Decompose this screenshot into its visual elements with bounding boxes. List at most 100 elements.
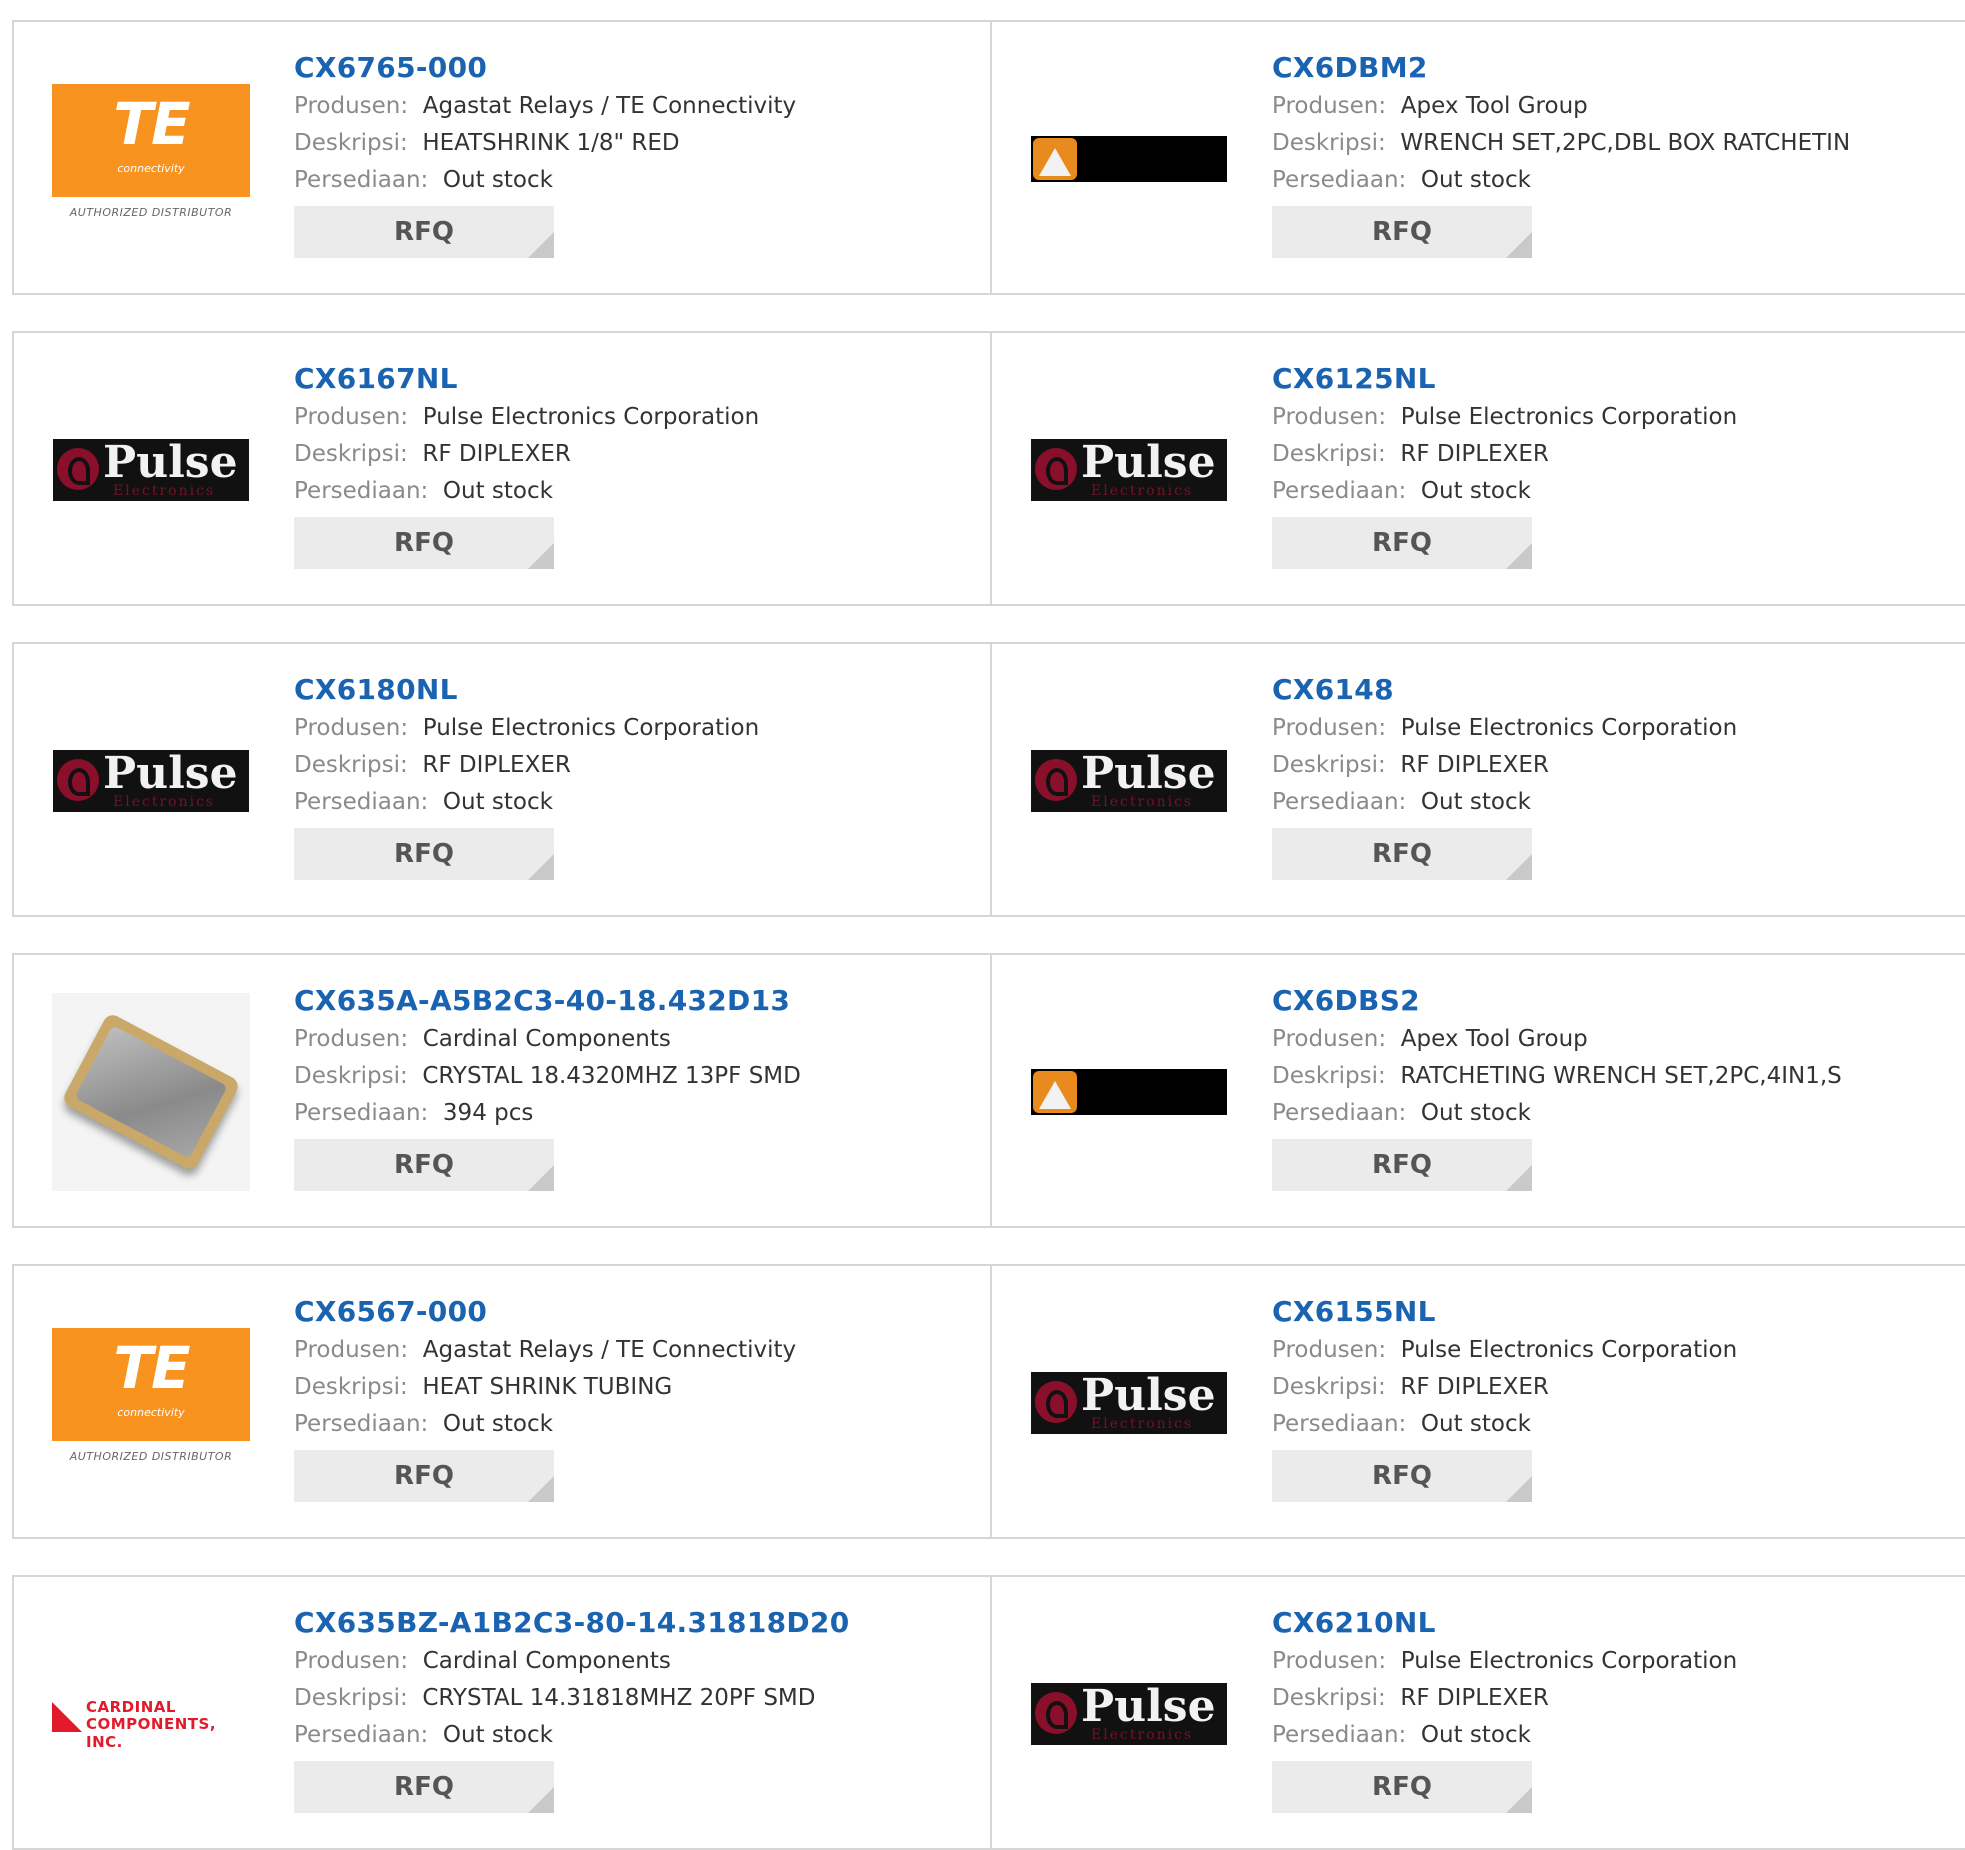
pulse-electronics-logo[interactable]: Pulse Electronics	[53, 439, 249, 501]
rfq-button[interactable]: RFQ	[294, 828, 554, 880]
manufacturer-label: Produsen:	[1272, 1648, 1387, 1674]
part-number-link[interactable]: CX635BZ-A1B2C3-80-14.31818D20	[294, 1603, 980, 1643]
part-number-link[interactable]: CX6155NL	[1272, 1292, 1957, 1332]
product-logo: Pulse Electronics	[1030, 682, 1228, 880]
rfq-button[interactable]: RFQ	[294, 206, 554, 258]
rfq-label: RFQ	[394, 528, 454, 558]
rfq-button[interactable]: RFQ	[294, 1139, 554, 1191]
pulse-logo-subtext: Electronics	[1091, 794, 1194, 810]
manufacturer-row: Produsen: Agastat Relays / TE Connectivi…	[294, 1332, 980, 1369]
corner-triangle-icon	[528, 1476, 554, 1502]
corner-triangle-icon	[1506, 543, 1532, 569]
rfq-button[interactable]: RFQ	[1272, 828, 1532, 880]
stock-value: Out stock	[1420, 789, 1531, 815]
rfq-button[interactable]: RFQ	[294, 517, 554, 569]
product-logo: Pulse Electronics	[52, 682, 250, 880]
part-number-link[interactable]: CX6148	[1272, 670, 1957, 710]
manufacturer-value: Pulse Electronics Corporation	[1400, 1337, 1738, 1363]
product-logo	[52, 993, 250, 1191]
stock-row: Persediaan: Out stock	[294, 1406, 980, 1443]
product-logo	[1030, 60, 1228, 258]
cardinal-logo-text-1: CARDINAL	[86, 1698, 176, 1716]
product-card: Pulse Electronics CX6125NL Produsen: Puls…	[992, 333, 1965, 604]
apex-mark-icon	[1033, 138, 1077, 180]
stock-label: Persediaan:	[1272, 1100, 1407, 1126]
part-number-link[interactable]: CX6167NL	[294, 359, 980, 399]
product-logo: Pulse Electronics	[1030, 371, 1228, 569]
pulse-electronics-logo[interactable]: Pulse Electronics	[1031, 1372, 1227, 1434]
pulse-logo-subtext: Electronics	[1091, 483, 1194, 499]
part-number-link[interactable]: CX6DBS2	[1272, 981, 1957, 1021]
stock-label: Persediaan:	[1272, 1411, 1407, 1437]
stock-row: Persediaan: Out stock	[1272, 162, 1957, 199]
part-number-link[interactable]: CX6567-000	[294, 1292, 980, 1332]
product-card: Pulse Electronics CX6210NL Produsen: Puls…	[992, 1577, 1965, 1848]
te-connectivity-logo[interactable]: TE connectivity AUTHORIZED DISTRIBUTOR	[52, 1328, 250, 1478]
description-value: HEATSHRINK 1/8" RED	[422, 130, 680, 156]
manufacturer-label: Produsen:	[1272, 1337, 1387, 1363]
cardinal-mark-icon	[52, 1702, 82, 1732]
stock-row: Persediaan: Out stock	[1272, 1095, 1957, 1132]
product-info: CX635BZ-A1B2C3-80-14.31818D20 Produsen: C…	[294, 1603, 980, 1813]
product-info: CX6155NL Produsen: Pulse Electronics Corp…	[1272, 1292, 1957, 1502]
part-number-link[interactable]: CX6125NL	[1272, 359, 1957, 399]
description-label: Deskripsi:	[1272, 1374, 1386, 1400]
pulse-electronics-logo[interactable]: Pulse Electronics	[1031, 439, 1227, 501]
description-value: RATCHETING WRENCH SET,2PC,4IN1,S	[1400, 1063, 1842, 1089]
description-row: Deskripsi: WRENCH SET,2PC,DBL BOX RATCHE…	[1272, 125, 1957, 162]
description-value: WRENCH SET,2PC,DBL BOX RATCHETIN	[1400, 130, 1851, 156]
part-number-link[interactable]: CX6DBM2	[1272, 48, 1957, 88]
crystal-product-image[interactable]	[52, 993, 250, 1191]
pulse-logo-text: Pulse	[1081, 750, 1216, 799]
manufacturer-row: Produsen: Apex Tool Group	[1272, 88, 1957, 125]
manufacturer-value: Pulse Electronics Corporation	[1400, 404, 1738, 430]
te-connectivity-logo[interactable]: TE connectivity AUTHORIZED DISTRIBUTOR	[52, 84, 250, 234]
stock-label: Persediaan:	[294, 789, 429, 815]
manufacturer-label: Produsen:	[1272, 93, 1387, 119]
pulse-logo-text: Pulse	[1081, 1683, 1216, 1732]
corner-triangle-icon	[528, 1787, 554, 1813]
pulse-electronics-logo[interactable]: Pulse Electronics	[1031, 750, 1227, 812]
rfq-button[interactable]: RFQ	[294, 1761, 554, 1813]
apex-tool-group-logo[interactable]	[1031, 136, 1227, 182]
rfq-button[interactable]: RFQ	[1272, 1450, 1532, 1502]
manufacturer-value: Agastat Relays / TE Connectivity	[422, 93, 797, 119]
description-label: Deskripsi:	[1272, 752, 1386, 778]
product-row: CX635A-A5B2C3-40-18.432D13 Produsen: Card…	[12, 953, 1965, 1228]
manufacturer-label: Produsen:	[294, 93, 409, 119]
rfq-button[interactable]: RFQ	[1272, 206, 1532, 258]
rfq-button[interactable]: RFQ	[1272, 517, 1532, 569]
apex-tool-group-logo[interactable]	[1031, 1069, 1227, 1115]
product-logo: Pulse Electronics	[1030, 1615, 1228, 1813]
part-number-link[interactable]: CX6210NL	[1272, 1603, 1957, 1643]
stock-label: Persediaan:	[294, 1100, 429, 1126]
description-label: Deskripsi:	[294, 1063, 408, 1089]
pulse-logo-subtext: Electronics	[1091, 1727, 1194, 1743]
manufacturer-row: Produsen: Pulse Electronics Corporation	[1272, 1332, 1957, 1369]
pulse-mark-icon	[1035, 1381, 1077, 1423]
stock-value: Out stock	[1420, 1100, 1531, 1126]
stock-row: Persediaan: Out stock	[1272, 784, 1957, 821]
part-number-link[interactable]: CX635A-A5B2C3-40-18.432D13	[294, 981, 980, 1021]
pulse-mark-icon	[1035, 759, 1077, 801]
rfq-button[interactable]: RFQ	[1272, 1139, 1532, 1191]
product-card: CARDINAL COMPONENTS, INC. CX635BZ-A1B2C3…	[14, 1577, 992, 1848]
pulse-electronics-logo[interactable]: Pulse Electronics	[53, 750, 249, 812]
part-number-link[interactable]: CX6765-000	[294, 48, 980, 88]
description-row: Deskripsi: RF DIPLEXER	[294, 436, 980, 473]
description-row: Deskripsi: RATCHETING WRENCH SET,2PC,4IN…	[1272, 1058, 1957, 1095]
pulse-mark-icon	[1035, 1692, 1077, 1734]
pulse-electronics-logo[interactable]: Pulse Electronics	[1031, 1683, 1227, 1745]
product-logo	[1030, 993, 1228, 1191]
cardinal-components-logo[interactable]: CARDINAL COMPONENTS, INC.	[52, 1684, 250, 1751]
product-logo: CARDINAL COMPONENTS, INC.	[52, 1615, 250, 1813]
stock-label: Persediaan:	[294, 478, 429, 504]
rfq-label: RFQ	[1372, 1772, 1432, 1802]
rfq-button[interactable]: RFQ	[1272, 1761, 1532, 1813]
stock-value: Out stock	[442, 167, 553, 193]
rfq-button[interactable]: RFQ	[294, 1450, 554, 1502]
product-card: Pulse Electronics CX6180NL Produsen: Puls…	[14, 644, 992, 915]
product-info: CX635A-A5B2C3-40-18.432D13 Produsen: Card…	[294, 981, 980, 1191]
rfq-label: RFQ	[394, 1772, 454, 1802]
part-number-link[interactable]: CX6180NL	[294, 670, 980, 710]
